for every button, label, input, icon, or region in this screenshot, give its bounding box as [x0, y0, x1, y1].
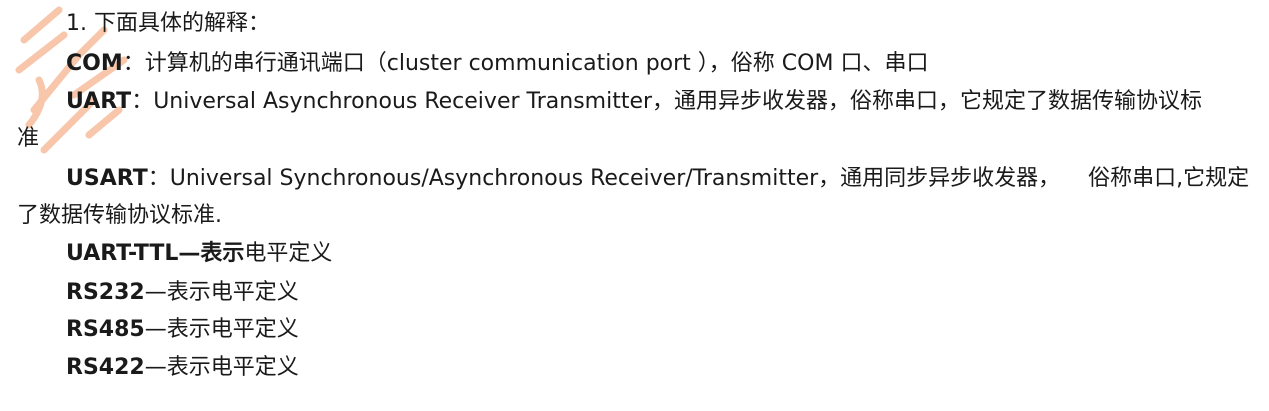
uart-definition: UART：Universal Asynchronous Receiver Tra…: [66, 87, 1202, 117]
rs485-definition: RS485—表示电平定义: [66, 315, 299, 345]
usart-definition-wrap: 了数据传输协议标准.: [17, 201, 222, 231]
uart-ttl-definition: UART-TTL—表示电平定义: [66, 239, 332, 269]
uart-ttl-term: UART-TTL—表示: [66, 241, 245, 266]
rs485-term: RS485: [66, 317, 145, 342]
usart-term: USART: [66, 166, 148, 191]
rs232-text: —表示电平定义: [144, 280, 299, 305]
uart-ttl-text: 电平定义: [244, 241, 333, 266]
uart-wrap-text: 准: [17, 126, 40, 151]
rs485-text: —表示电平定义: [144, 317, 299, 342]
usart-text-a: Universal Synchronous/Asynchronous Recei…: [169, 166, 1061, 191]
document-body: 1. 下面具体的解释： COM：计算机的串行通讯端口（cluster commu…: [0, 0, 1269, 411]
heading-line: 1. 下面具体的解释：: [66, 9, 270, 39]
com-term: COM: [66, 51, 123, 76]
com-definition: COM：计算机的串行通讯端口（cluster communication por…: [66, 49, 928, 79]
usart-text-b: 俗称串口,它规定: [1088, 166, 1250, 191]
uart-definition-wrap: 准: [17, 124, 39, 154]
com-separator: ：: [122, 51, 145, 76]
heading-text: 1. 下面具体的解释：: [66, 11, 270, 36]
com-text: 计算机的串行通讯端口（cluster communication port ），…: [144, 51, 929, 76]
rs422-text: —表示电平定义: [144, 355, 299, 380]
usart-separator: ：: [147, 166, 170, 191]
usart-wrap-text: 了数据传输协议标准.: [17, 203, 222, 228]
usart-definition: USART：Universal Synchronous/Asynchronous…: [66, 164, 1249, 194]
rs232-term: RS232: [66, 280, 145, 305]
rs422-term: RS422: [66, 355, 145, 380]
rs422-definition: RS422—表示电平定义: [66, 353, 299, 383]
uart-text: Universal Asynchronous Receiver Transmit…: [153, 89, 1203, 114]
uart-term: UART: [66, 89, 132, 114]
rs232-definition: RS232—表示电平定义: [66, 278, 299, 308]
uart-separator: ：: [131, 89, 154, 114]
